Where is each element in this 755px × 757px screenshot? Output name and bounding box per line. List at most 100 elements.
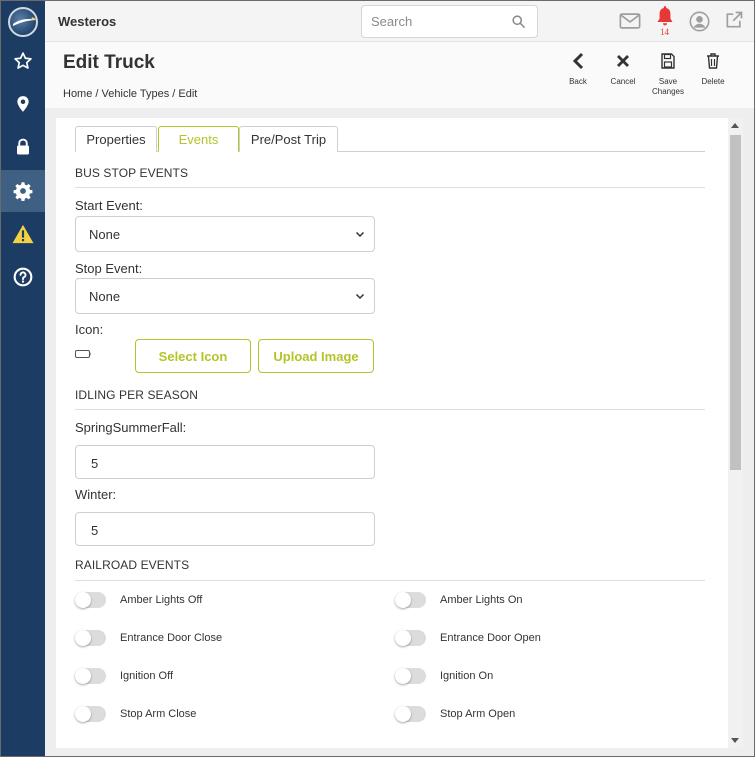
tab-properties[interactable]: Properties bbox=[75, 126, 157, 152]
app-logo[interactable] bbox=[8, 7, 38, 37]
railroad-events-heading: RAILROAD EVENTS bbox=[75, 558, 190, 572]
toggle-switch[interactable] bbox=[395, 630, 426, 646]
delete-label: Delete bbox=[701, 77, 725, 86]
select-icon-button[interactable]: Select Icon bbox=[135, 339, 251, 373]
logo-swoosh-icon bbox=[13, 17, 37, 26]
section-divider bbox=[75, 409, 705, 410]
back-button[interactable]: Back bbox=[556, 52, 600, 87]
stop-event-select[interactable]: None bbox=[75, 278, 375, 314]
toggle-label: Amber Lights Off bbox=[120, 594, 203, 606]
section-divider bbox=[75, 580, 705, 581]
lock-icon bbox=[17, 138, 29, 155]
gear-icon bbox=[13, 182, 33, 201]
toggle-stop-arm-close[interactable]: Stop Arm Close bbox=[75, 706, 196, 722]
winter-value: 5 bbox=[91, 523, 99, 538]
scroll-up-arrow[interactable] bbox=[731, 123, 739, 128]
toggle-label: Stop Arm Open bbox=[440, 708, 516, 720]
chevron-down-icon bbox=[355, 293, 365, 300]
back-label: Back bbox=[569, 77, 587, 86]
x-icon bbox=[617, 55, 629, 67]
warning-icon bbox=[12, 224, 34, 244]
trash-icon bbox=[707, 53, 719, 69]
toggle-label: Stop Arm Close bbox=[120, 708, 197, 720]
toggle-stop-arm-open[interactable]: Stop Arm Open bbox=[395, 706, 515, 722]
save-icon bbox=[661, 53, 675, 69]
toggle-amber-lights-on[interactable]: Amber Lights On bbox=[395, 592, 523, 608]
winter-input[interactable]: 5 bbox=[75, 512, 375, 546]
delete-button[interactable]: Delete bbox=[691, 52, 735, 87]
icon-label: Icon: bbox=[75, 322, 104, 337]
sidebar-item-favorites[interactable] bbox=[1, 40, 45, 82]
top-bar: Westeros 14 bbox=[45, 1, 754, 42]
sidebar-item-help[interactable] bbox=[1, 256, 45, 298]
page-title: Edit Truck bbox=[63, 52, 155, 73]
toggle-label: Entrance Door Open bbox=[440, 632, 541, 644]
stop-event-label: Stop Event: bbox=[75, 261, 143, 276]
save-changes-label: Save Changes bbox=[651, 77, 685, 96]
toggle-entrance-door-open[interactable]: Entrance Door Open bbox=[395, 630, 541, 646]
toggle-ignition-off[interactable]: Ignition Off bbox=[75, 668, 173, 684]
app-title: Westeros bbox=[58, 14, 117, 29]
sidebar-item-security[interactable] bbox=[1, 126, 45, 168]
upload-image-button[interactable]: Upload Image bbox=[258, 339, 374, 373]
start-event-select[interactable]: None bbox=[75, 216, 375, 252]
toggle-switch[interactable] bbox=[75, 592, 106, 608]
scroll-down-arrow[interactable] bbox=[731, 738, 739, 743]
toggle-label: Amber Lights On bbox=[440, 594, 523, 606]
bell-icon[interactable] bbox=[655, 6, 675, 28]
chevron-left-icon bbox=[572, 52, 584, 70]
search-box[interactable] bbox=[361, 5, 538, 38]
sidebar-item-alerts[interactable] bbox=[1, 213, 45, 255]
spring-summer-fall-value: 5 bbox=[91, 456, 99, 471]
toggle-entrance-door-close[interactable]: Entrance Door Close bbox=[75, 630, 222, 646]
toggle-ignition-on[interactable]: Ignition On bbox=[395, 668, 493, 684]
search-icon[interactable] bbox=[511, 14, 526, 29]
breadcrumb: Home / Vehicle Types / Edit bbox=[63, 88, 197, 100]
user-avatar-icon[interactable] bbox=[689, 11, 710, 32]
breadcrumb-home[interactable]: Home bbox=[63, 88, 92, 100]
toggle-switch[interactable] bbox=[75, 630, 106, 646]
save-changes-button[interactable]: Save Changes bbox=[646, 52, 690, 97]
toggle-switch[interactable] bbox=[75, 706, 106, 722]
toggle-label: Ignition On bbox=[440, 670, 494, 682]
vertical-scrollbar[interactable] bbox=[728, 118, 743, 748]
winter-label: Winter: bbox=[75, 487, 117, 502]
cancel-button[interactable]: Cancel bbox=[601, 52, 645, 87]
star-icon bbox=[14, 52, 32, 69]
scroll-thumb[interactable] bbox=[730, 135, 741, 470]
cancel-label: Cancel bbox=[610, 77, 636, 86]
toggle-label: Ignition Off bbox=[120, 670, 173, 682]
start-event-value: None bbox=[89, 227, 121, 242]
idling-per-season-heading: IDLING PER SEASON bbox=[75, 388, 199, 402]
toggle-switch[interactable] bbox=[75, 668, 106, 684]
chevron-down-icon bbox=[355, 231, 365, 238]
toggle-switch[interactable] bbox=[395, 592, 426, 608]
search-input[interactable] bbox=[371, 14, 511, 29]
breadcrumb-edit: Edit bbox=[178, 88, 198, 100]
toggle-switch[interactable] bbox=[395, 668, 426, 684]
start-event-label: Start Event: bbox=[75, 198, 143, 213]
bus-stop-events-heading: BUS STOP EVENTS bbox=[75, 166, 189, 180]
app-window: Westeros 14 Edit Truck Home / Vehicle Ty… bbox=[0, 0, 755, 757]
sidebar-item-settings[interactable] bbox=[1, 170, 45, 212]
notification-count: 14 bbox=[660, 27, 669, 37]
toggle-label: Entrance Door Close bbox=[120, 632, 223, 644]
external-link-icon[interactable] bbox=[724, 10, 744, 30]
spring-summer-fall-input[interactable]: 5 bbox=[75, 445, 375, 479]
section-divider bbox=[75, 187, 705, 188]
breadcrumb-vehicle-types[interactable]: Vehicle Types bbox=[102, 88, 170, 100]
mail-icon[interactable] bbox=[619, 12, 641, 30]
tab-events[interactable]: Events bbox=[158, 126, 239, 152]
toggle-amber-lights-off[interactable]: Amber Lights Off bbox=[75, 592, 202, 608]
help-icon bbox=[13, 267, 33, 287]
toggle-switch[interactable] bbox=[395, 706, 426, 722]
sidebar-item-locations[interactable] bbox=[1, 83, 45, 125]
map-pin-icon bbox=[17, 96, 29, 112]
vehicle-icon-preview bbox=[75, 350, 91, 358]
stop-event-value: None bbox=[89, 289, 121, 304]
page-header: Edit Truck Home / Vehicle Types / Edit B… bbox=[45, 42, 754, 108]
sidebar bbox=[1, 1, 45, 756]
tab-pre-post-trip[interactable]: Pre/Post Trip bbox=[239, 126, 338, 152]
spring-summer-fall-label: SpringSummerFall: bbox=[75, 420, 187, 435]
edit-panel: Properties Events Pre/Post Trip BUS STOP… bbox=[56, 118, 728, 748]
